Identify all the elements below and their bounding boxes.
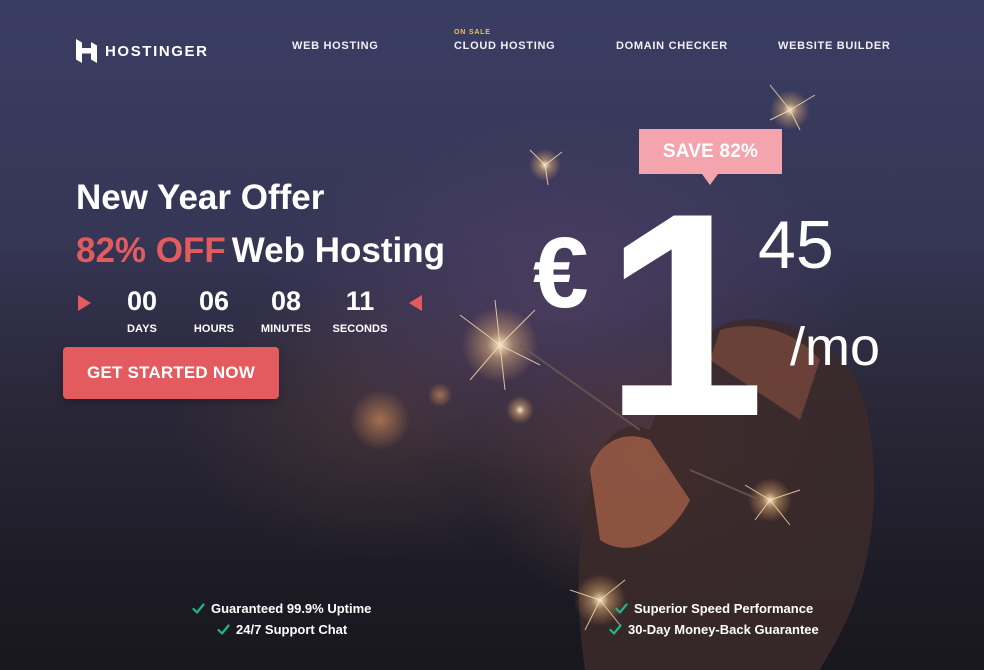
nav-cloud-hosting[interactable]: ON SALE CLOUD HOSTING (454, 29, 556, 52)
feature-item: 24/7 Support Chat (217, 622, 347, 637)
countdown-value: 11 (345, 286, 375, 316)
price-cents: 45 (758, 207, 834, 283)
get-started-button[interactable]: GET STARTED NOW (63, 347, 279, 399)
feature-text: Superior Speed Performance (634, 601, 814, 616)
on-sale-badge: ON SALE (454, 29, 491, 36)
check-icon (192, 603, 205, 614)
price-currency: € (533, 217, 589, 329)
countdown-label: DAYS (127, 323, 157, 335)
countdown-hours: 06 HOURS (179, 284, 249, 335)
hostinger-hero-page: HOSTINGER WEB HOSTING ON SALE CLOUD HOST… (0, 0, 984, 670)
check-icon (609, 624, 622, 635)
main-navigation: WEB HOSTING ON SALE CLOUD HOSTING DOMAIN… (0, 29, 984, 60)
countdown-value: 08 (270, 286, 302, 316)
price-whole: 1 (604, 153, 766, 477)
check-icon (615, 603, 628, 614)
product-text: Web Hosting (231, 231, 445, 270)
check-icon (217, 624, 230, 635)
offer-subheadline: 82% OFF Web Hosting (76, 231, 445, 271)
nav-web-hosting[interactable]: WEB HOSTING (292, 40, 379, 52)
feature-item: 30-Day Money-Back Guarantee (609, 622, 819, 637)
countdown-label: HOURS (193, 323, 235, 335)
nav-domain-checker[interactable]: DOMAIN CHECKER (616, 40, 728, 52)
triangle-left-icon (409, 295, 422, 311)
countdown-label: MINUTES (260, 323, 312, 335)
offer-headline: New Year Offer (76, 178, 325, 217)
countdown-seconds: 11 SECONDS (325, 284, 395, 335)
feature-text: 30-Day Money-Back Guarantee (628, 622, 819, 637)
countdown-minutes: 08 MINUTES (251, 284, 321, 335)
countdown-label: SECONDS (332, 323, 388, 335)
countdown-days: 00 DAYS (107, 284, 177, 335)
countdown-value: 06 (198, 286, 230, 316)
nav-cloud-hosting-label: CLOUD HOSTING (454, 40, 556, 52)
discount-text: 82% OFF (76, 231, 226, 270)
countdown-value: 00 (126, 286, 158, 316)
countdown-timer: 00 DAYS 06 HOURS 08 MINUTES 11 SECONDS (76, 284, 436, 340)
feature-item: Superior Speed Performance (615, 601, 813, 616)
feature-item: Guaranteed 99.9% Uptime (192, 601, 371, 616)
feature-text: 24/7 Support Chat (236, 622, 348, 637)
nav-website-builder[interactable]: WEBSITE BUILDER (778, 40, 891, 52)
price-period: /mo (790, 317, 881, 377)
feature-list: Guaranteed 99.9% Uptime 24/7 Support Cha… (0, 600, 984, 640)
feature-text: Guaranteed 99.9% Uptime (211, 601, 372, 616)
triangle-right-icon (78, 295, 91, 311)
